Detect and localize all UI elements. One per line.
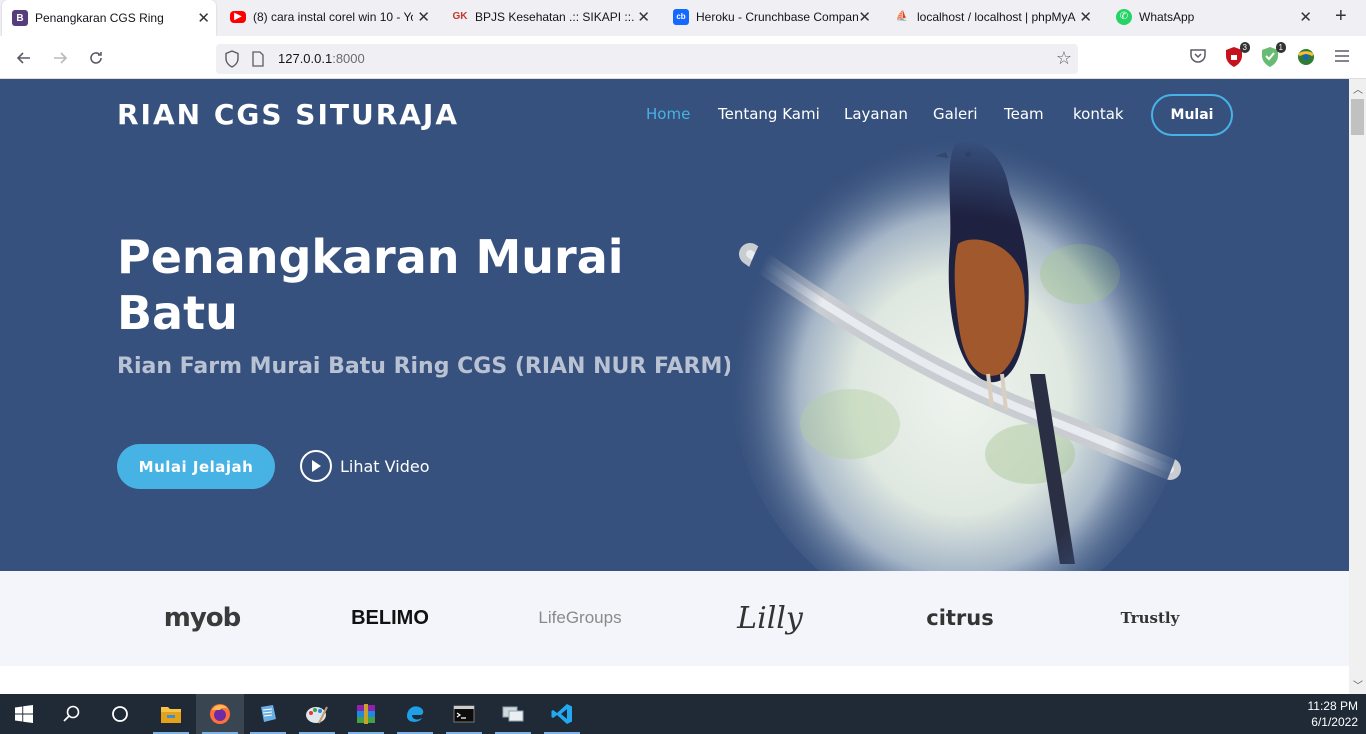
nav-home[interactable]: Home: [646, 105, 690, 123]
close-icon[interactable]: ✕: [1079, 8, 1092, 26]
scroll-down-icon[interactable]: ﹀: [1353, 677, 1363, 692]
new-tab-button[interactable]: +: [1335, 5, 1347, 28]
tab-youtube[interactable]: ▶ (8) cara instal corel win 10 - You ✕: [230, 0, 434, 33]
tab-title: Penangkaran CGS Ring: [35, 11, 164, 25]
murai-batu-bird-image: [730, 124, 1190, 574]
nav-layanan[interactable]: Layanan: [844, 105, 908, 123]
client-logo-myob: myob: [163, 603, 242, 633]
site-brand[interactable]: RIAN CGS SITURAJA: [117, 98, 459, 131]
terminal-icon[interactable]: [440, 694, 488, 734]
client-logo-citrus: citrus: [926, 606, 994, 630]
client-logo-belimo: BELIMO: [351, 606, 429, 629]
hero-title: Penangkaran Murai Batu: [117, 229, 637, 341]
close-icon[interactable]: ✕: [417, 8, 430, 26]
clock-time: 11:28 PM: [1307, 699, 1358, 713]
tab-title: localhost / localhost | phpMyA: [917, 9, 1076, 24]
clients-section: myob BELIMO LifeGroups Lilly citrus Trus…: [0, 571, 1349, 666]
client-logo-lifegroups: LifeGroups: [538, 608, 622, 627]
url-host: 127.0.0.1: [278, 51, 333, 66]
web-page: RIAN CGS SITURAJA Home Tentang Kami Laya…: [0, 79, 1349, 694]
search-icon[interactable]: [48, 694, 96, 734]
network-icon[interactable]: [489, 694, 537, 734]
client-logo-trustly: Trustly: [1120, 609, 1180, 627]
vscode-icon[interactable]: [538, 694, 586, 734]
client-logo-lilly: Lilly: [737, 600, 803, 636]
tab-heroku[interactable]: cb Heroku - Crunchbase Compan ✕: [673, 0, 877, 33]
browser-tab-bar: B Penangkaran CGS Ring ✕ ▶ (8) cara inst…: [0, 0, 1366, 36]
system-clock[interactable]: 11:28 PM 6/1/2022: [1308, 698, 1358, 730]
lihat-video-link[interactable]: Lihat Video: [300, 450, 430, 482]
tab-whatsapp[interactable]: ✆ WhatsApp ✕: [1116, 0, 1318, 33]
ublock-icon[interactable]: 3: [1224, 42, 1250, 68]
hero-subtitle: Rian Farm Murai Batu Ring CGS (RIAN NUR …: [117, 354, 733, 379]
play-circle-icon: [300, 450, 332, 482]
cortana-icon[interactable]: [96, 694, 144, 734]
edge-icon[interactable]: [391, 694, 439, 734]
phpmyadmin-icon: ⛵: [895, 11, 909, 22]
paint-icon[interactable]: [293, 694, 341, 734]
vpn-globe-icon[interactable]: [1296, 46, 1318, 68]
adguard-badge: 1: [1275, 42, 1286, 53]
notepad-icon[interactable]: [244, 694, 292, 734]
winrar-icon[interactable]: [342, 694, 390, 734]
tab-title: BPJS Kesehatan .:: SIKAPI ::.: [475, 9, 635, 24]
close-icon[interactable]: ✕: [637, 8, 650, 26]
scroll-up-icon[interactable]: ︿: [1353, 81, 1363, 96]
bootstrap-icon: B: [12, 10, 28, 26]
bookmark-star-icon[interactable]: ☆: [1056, 48, 1072, 69]
tab-title: (8) cara instal corel win 10 - You: [253, 9, 413, 24]
forward-arrow-icon[interactable]: [48, 46, 72, 70]
url-text: 127.0.0.1:8000: [278, 51, 365, 66]
pocket-icon[interactable]: [1188, 46, 1210, 68]
start-icon[interactable]: [0, 694, 48, 734]
page-info-icon[interactable]: [251, 51, 265, 72]
url-bar[interactable]: 127.0.0.1:8000 ☆: [216, 44, 1078, 74]
close-icon[interactable]: ✕: [197, 9, 210, 27]
nav-galeri[interactable]: Galeri: [933, 105, 978, 123]
mulai-jelajah-button[interactable]: Mulai Jelajah: [117, 444, 275, 489]
clock-date: 6/1/2022: [1311, 715, 1358, 729]
hero-section: RIAN CGS SITURAJA Home Tentang Kami Laya…: [0, 79, 1349, 574]
youtube-icon: ▶: [230, 10, 246, 23]
file-explorer-icon[interactable]: [147, 694, 195, 734]
crunchbase-icon: cb: [673, 8, 689, 25]
tab-phpmyadmin[interactable]: ⛵ localhost / localhost | phpMyA ✕: [894, 0, 1096, 33]
hero-title-line1: Penangkaran Murai: [117, 230, 624, 284]
reload-icon[interactable]: [84, 46, 108, 70]
tab-title: WhatsApp: [1139, 9, 1195, 24]
shield-icon[interactable]: [224, 50, 240, 73]
windows-taskbar: 11:28 PM 6/1/2022: [0, 694, 1366, 734]
nav-tentang-kami[interactable]: Tentang Kami: [718, 105, 820, 123]
whatsapp-icon: ✆: [1116, 8, 1132, 25]
ublock-badge: 3: [1239, 42, 1250, 53]
url-port: :8000: [332, 51, 365, 66]
page-scrollbar[interactable]: ︿ ﹀: [1349, 79, 1366, 694]
firefox-icon[interactable]: [196, 694, 244, 734]
tab-penangkaran[interactable]: B Penangkaran CGS Ring ✕: [2, 0, 216, 36]
nav-team[interactable]: Team: [1004, 105, 1044, 123]
back-arrow-icon[interactable]: [12, 46, 36, 70]
adguard-icon[interactable]: 1: [1260, 42, 1286, 68]
scroll-thumb[interactable]: [1351, 99, 1364, 135]
close-icon[interactable]: ✕: [1299, 8, 1312, 26]
bpjs-icon: GK: [452, 11, 468, 22]
tab-bpjs[interactable]: GK BPJS Kesehatan .:: SIKAPI ::. ✕: [452, 0, 656, 33]
close-icon[interactable]: ✕: [858, 8, 871, 26]
lihat-video-label: Lihat Video: [340, 456, 430, 476]
hamburger-menu-icon[interactable]: [1334, 48, 1356, 70]
hero-title-line2: Batu: [117, 286, 238, 340]
tab-title: Heroku - Crunchbase Compan: [696, 9, 858, 24]
nav-kontak[interactable]: kontak: [1073, 105, 1124, 123]
